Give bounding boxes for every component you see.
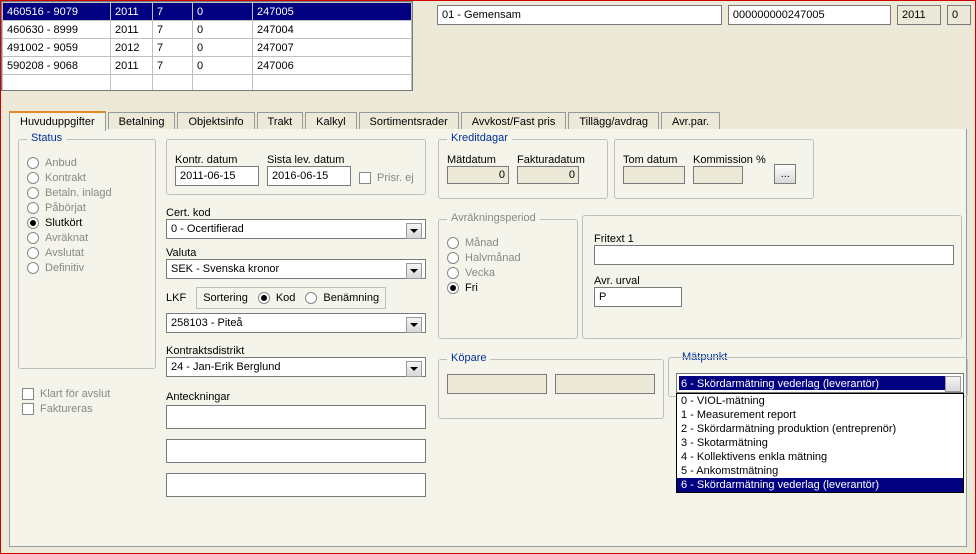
matpunkt-option[interactable]: 0 - VIOL-mätning	[677, 394, 963, 408]
matpunkt-option[interactable]: 3 - Skotarmätning	[677, 436, 963, 450]
lkf-sort-ben[interactable]: Benämning	[305, 292, 379, 304]
avrp-månad[interactable]: Månad	[447, 237, 569, 249]
tomdatum-label: Tom datum	[623, 154, 685, 166]
fritext-border	[582, 215, 962, 339]
tab-body: Status Anbud Kontrakt Betaln. inlagd Påbörj…	[9, 129, 967, 547]
avrp-halvmånad[interactable]: Halvmånad	[447, 252, 569, 264]
cert-select[interactable]: 0 - Ocertifierad	[166, 219, 426, 239]
kontr-label: Kontr. datum	[175, 154, 259, 166]
prisr-label: Prisr. ej	[377, 172, 414, 184]
prisr-checkbox[interactable]	[359, 172, 371, 184]
matpunkt-option[interactable]: 2 - Skördarmätning produktion (entrepren…	[677, 422, 963, 436]
status-slutk-rt[interactable]: Slutkört	[27, 217, 147, 229]
status-p-b-rjat[interactable]: Påbörjat	[27, 202, 147, 214]
avrp-vecka[interactable]: Vecka	[447, 267, 569, 279]
number-field[interactable]	[728, 5, 891, 25]
notes-3[interactable]	[166, 473, 426, 497]
kredit-group: Kreditdagar Mätdatum Fakturadatum	[438, 139, 608, 199]
lkf-label: LKF	[166, 292, 186, 304]
kredit2-group: Tom datum Kommission % ...	[614, 139, 814, 199]
tab-huvuduppgifter[interactable]: Huvuduppgifter	[9, 111, 106, 131]
sista-date[interactable]	[267, 166, 351, 186]
type-field[interactable]	[437, 5, 722, 25]
fakturadatum-label: Fakturadatum	[517, 154, 585, 166]
top-data-grid[interactable]: 460516 - 9079201170247005460630 - 899920…	[1, 1, 413, 91]
status-definitiv[interactable]: Definitiv	[27, 262, 147, 274]
cert-label: Cert. kod	[166, 207, 426, 219]
notes-label: Anteckningar	[166, 391, 426, 403]
matdatum-label: Mätdatum	[447, 154, 509, 166]
lkf-select[interactable]: 258103 - Piteå	[166, 313, 426, 333]
status-group: Status AnbudKontraktBetaln. inlagdPåbörj…	[18, 139, 156, 369]
valuta-label: Valuta	[166, 247, 426, 259]
matpunkt-option[interactable]: 4 - Kollektivens enkla mätning	[677, 450, 963, 464]
status-anbud[interactable]: Anbud	[27, 157, 147, 169]
status-legend: Status	[27, 132, 66, 144]
matpunkt-option[interactable]: 1 - Measurement report	[677, 408, 963, 422]
faktureras-label: Faktureras	[40, 403, 93, 415]
klart-label: Klart för avslut	[40, 388, 110, 400]
ellipsis-button[interactable]: ...	[774, 164, 796, 184]
table-row[interactable]: 460630 - 8999201170247004	[3, 21, 412, 39]
table-row[interactable]: 491002 - 9059201270247007	[3, 39, 412, 57]
klart-checkbox[interactable]: Klart för avslut	[22, 388, 110, 400]
dates-group: Kontr. datum Sista lev. datum Prisr. ej	[166, 139, 426, 195]
fakturadatum-field[interactable]	[517, 166, 579, 184]
matpunkt-dropdown-list[interactable]: 0 - VIOL-mätning1 - Measurement report2 …	[676, 393, 964, 493]
kontr-date[interactable]	[175, 166, 259, 186]
sista-label: Sista lev. datum	[267, 154, 351, 166]
zero-field	[947, 5, 971, 25]
kopare-legend: Köpare	[447, 352, 490, 364]
lkf-sort-kod[interactable]: Kod	[258, 292, 296, 304]
kommission-field[interactable]	[693, 166, 743, 184]
kommission-label: Kommission %	[693, 154, 766, 166]
notes-2[interactable]	[166, 439, 426, 463]
matpunkt-select[interactable]: 6 - Skördarmätning vederlag (leverantör)	[676, 373, 964, 393]
table-row[interactable]: 460516 - 9079201170247005	[3, 3, 412, 21]
status-betaln-inlagd[interactable]: Betaln. inlagd	[27, 187, 147, 199]
status-avslutat[interactable]: Avslutat	[27, 247, 147, 259]
notes-1[interactable]	[166, 405, 426, 429]
avrp-group: Avräkningsperiod MånadHalvmånadVeckaFri	[438, 219, 578, 339]
valuta-select[interactable]: SEK - Svenska kronor	[166, 259, 426, 279]
status-kontrakt[interactable]: Kontrakt	[27, 172, 147, 184]
avrp-fri[interactable]: Fri	[447, 282, 569, 294]
tomdatum-field[interactable]	[623, 166, 685, 184]
kopare-group: Köpare	[438, 359, 664, 419]
matpunkt-option[interactable]: 6 - Skördarmätning vederlag (leverantör)	[677, 478, 963, 492]
avrp-legend: Avräkningsperiod	[447, 212, 540, 224]
kredit-legend: Kreditdagar	[447, 132, 512, 144]
table-row[interactable]: 590208 - 9068201170247006	[3, 57, 412, 75]
matdatum-field[interactable]	[447, 166, 509, 184]
kopare-a[interactable]	[447, 374, 547, 394]
table-row[interactable]	[3, 75, 412, 92]
kd-select[interactable]: 24 - Jan-Erik Berglund	[166, 357, 426, 377]
year-field	[897, 5, 941, 25]
kd-label: Kontraktsdistrikt	[166, 345, 426, 357]
matpunkt-option[interactable]: 5 - Ankomstmätning	[677, 464, 963, 478]
kopare-b[interactable]	[555, 374, 655, 394]
status-avr-knat[interactable]: Avräknat	[27, 232, 147, 244]
faktureras-checkbox[interactable]: Faktureras	[22, 403, 110, 415]
lkf-sort-box: Sortering Kod Benämning	[196, 287, 386, 309]
